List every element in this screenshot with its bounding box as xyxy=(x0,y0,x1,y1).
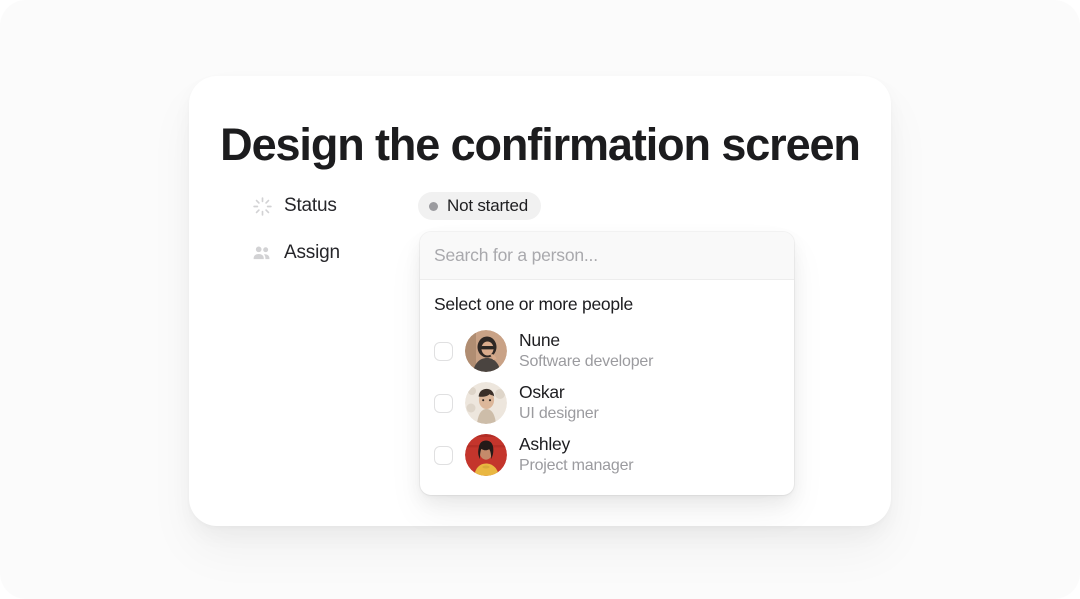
person-role: UI designer xyxy=(519,405,599,422)
assign-label: Assign xyxy=(284,242,340,263)
page-frame: Design the confirmation screen Status No… xyxy=(0,0,1080,599)
person-name: Nune xyxy=(519,330,560,350)
list-item[interactable]: Nune Software developer xyxy=(420,325,794,377)
person-text: Nune Software developer xyxy=(519,330,653,372)
status-badge-label: Not started xyxy=(447,196,528,215)
list-item[interactable]: Ashley Project manager xyxy=(420,429,794,481)
person-text: Ashley Project manager xyxy=(519,434,634,476)
person-picker-dropdown: Select one or more people xyxy=(420,232,794,495)
person-checkbox[interactable] xyxy=(434,393,453,413)
avatar-ashley xyxy=(465,434,507,476)
avatar-nune xyxy=(465,330,507,372)
spinner-icon xyxy=(251,195,273,217)
person-role: Project manager xyxy=(519,457,634,474)
dropdown-heading: Select one or more people xyxy=(434,294,634,314)
person-role: Software developer xyxy=(519,353,654,370)
status-label-group: Status xyxy=(251,195,418,217)
status-label: Status xyxy=(284,195,337,216)
property-row-assign: Assign xyxy=(251,242,418,264)
list-item[interactable]: Oskar UI designer xyxy=(420,377,794,429)
status-badge[interactable]: Not started xyxy=(418,192,541,220)
search-field[interactable] xyxy=(420,232,794,280)
person-name: Oskar xyxy=(519,382,565,402)
person-checkbox[interactable] xyxy=(434,341,453,361)
person-checkbox[interactable] xyxy=(434,445,453,465)
people-icon xyxy=(251,242,273,264)
person-name: Ashley xyxy=(519,434,571,454)
status-dot-icon xyxy=(429,201,438,211)
page-title: Design the confirmation screen xyxy=(220,119,861,170)
avatar-oskar xyxy=(465,382,507,424)
person-text: Oskar UI designer xyxy=(519,382,599,424)
property-row-status: Status Not started xyxy=(251,192,541,220)
search-input[interactable] xyxy=(434,245,780,266)
dropdown-body: Select one or more people Nune Software … xyxy=(420,280,794,495)
assign-label-group: Assign xyxy=(251,242,418,264)
